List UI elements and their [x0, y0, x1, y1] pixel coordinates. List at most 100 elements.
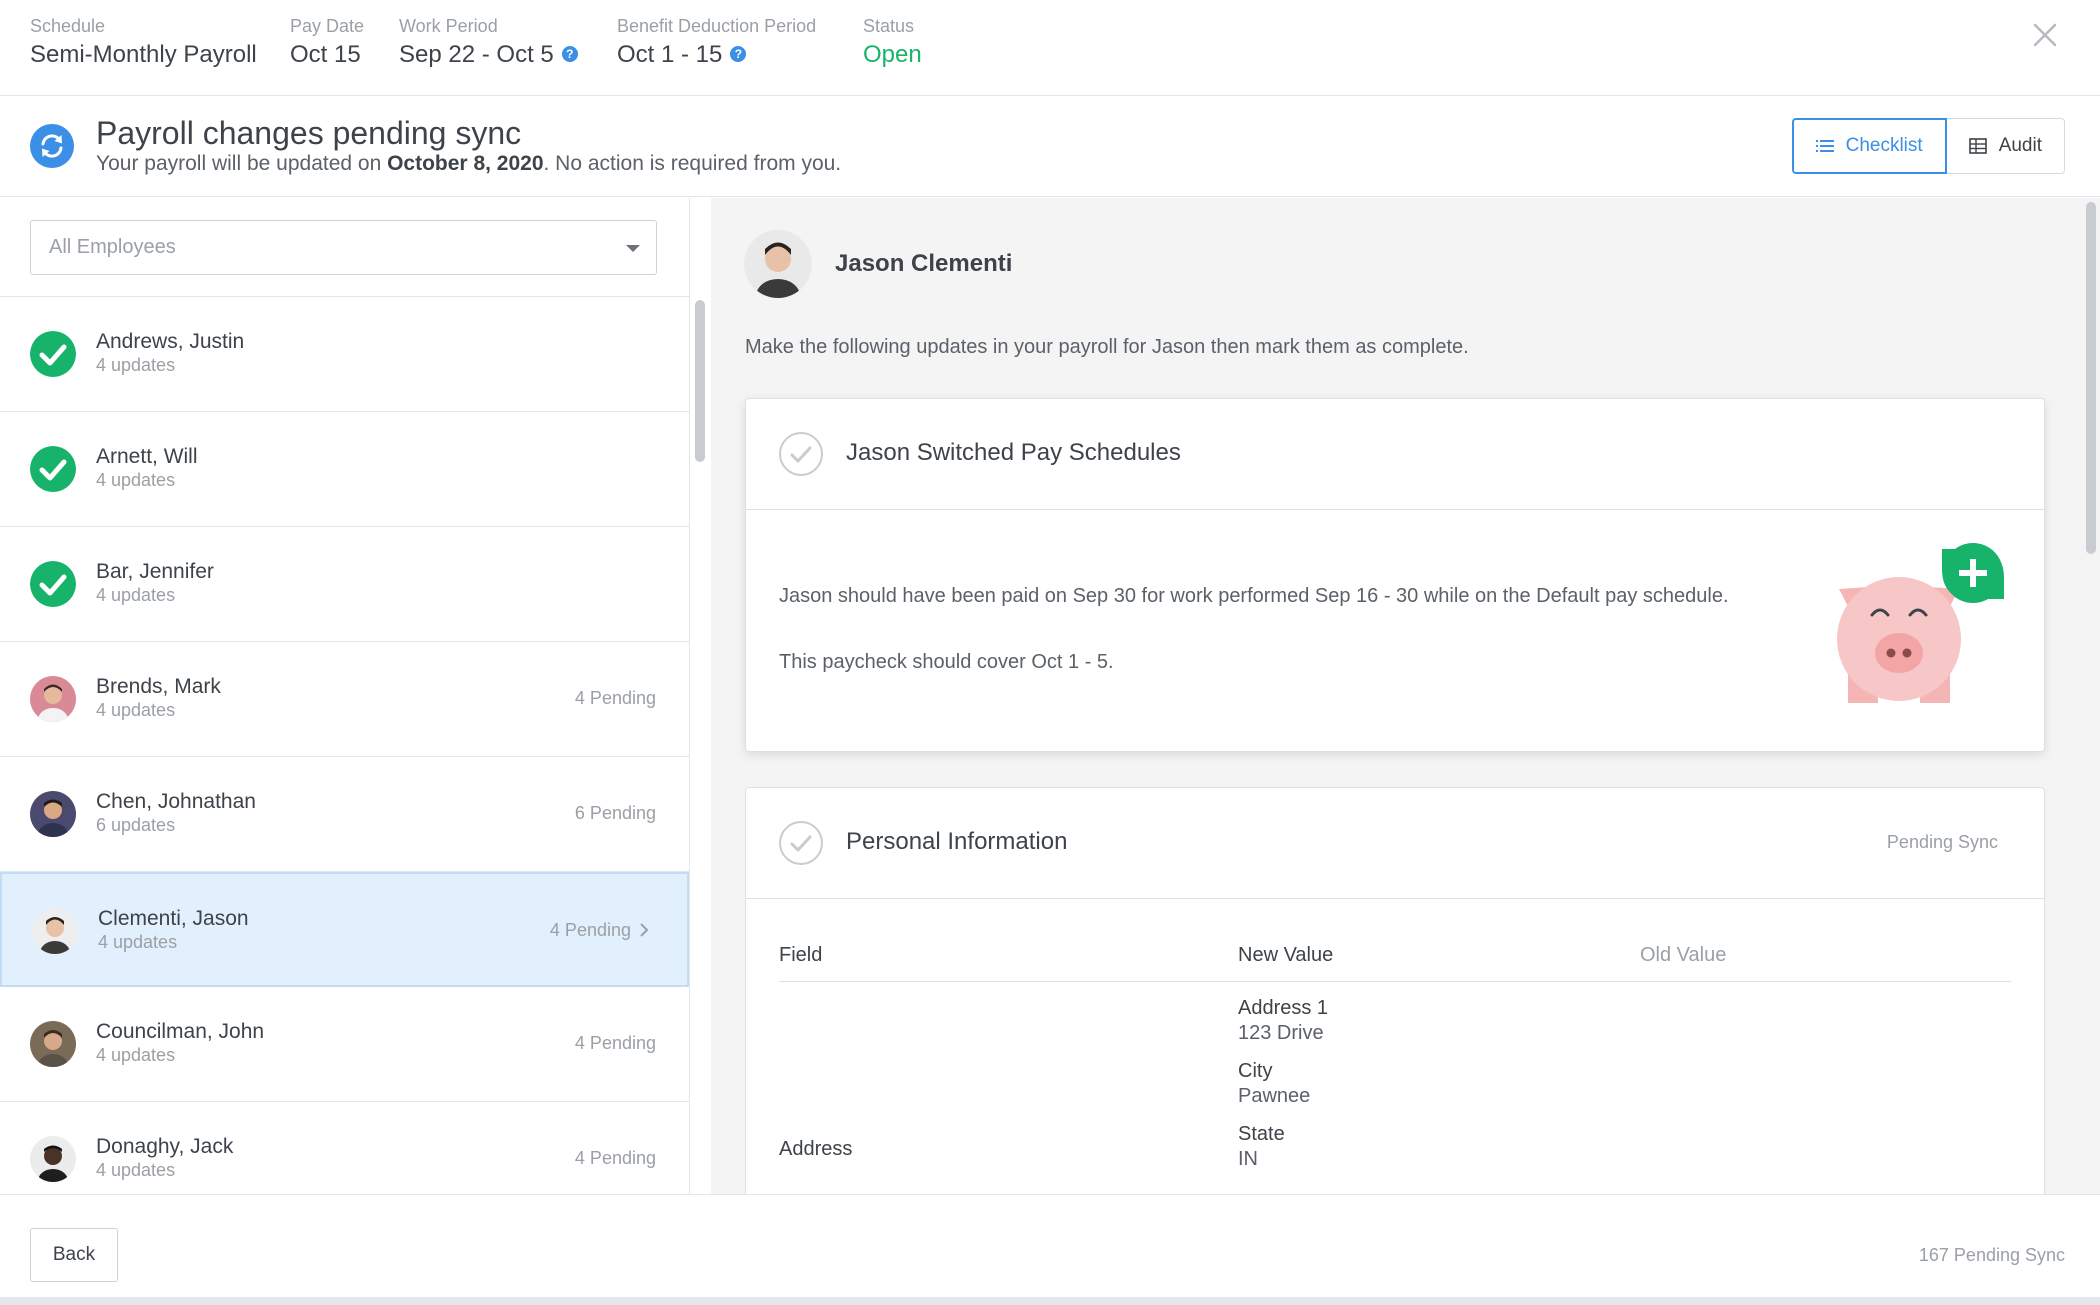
payroll-sync-window: Schedule Semi-Monthly Payroll Pay Date O… [0, 0, 2100, 1305]
pending-sync-badge: Pending Sync [1886, 832, 1998, 852]
avatar [32, 908, 78, 954]
avatar [30, 791, 76, 837]
status-field: Status Open [863, 15, 922, 71]
employee-filter-select[interactable]: All Employees [30, 220, 657, 275]
employee-list-panel: All Employees Andrews, Justin 4 updates … [0, 198, 690, 1194]
employee-updates: 4 updates [96, 585, 176, 605]
avatar [30, 1021, 76, 1067]
audit-label: Audit [1998, 135, 2042, 156]
benefit-period-value-row: Oct 1 - 15? [617, 39, 816, 71]
avatar [30, 676, 76, 722]
employee-list-scrollbar[interactable] [695, 300, 705, 462]
pay-schedule-card: Jason Switched Pay Schedules Jason shoul… [745, 398, 2045, 752]
employee-name: Clementi, Jason [98, 907, 249, 930]
mark-complete-check-icon[interactable] [779, 432, 823, 476]
employee-updates: 6 updates [96, 815, 176, 835]
employee-name: Andrews, Justin [96, 330, 245, 353]
mark-complete-check-icon[interactable] [779, 821, 823, 865]
detail-scrollbar[interactable] [2086, 202, 2096, 554]
card-header: Personal Information Pending Sync [746, 788, 2044, 899]
employee-name: Donaghy, Jack [96, 1135, 234, 1158]
employee-row-selected[interactable]: Clementi, Jason 4 updates 4 Pending [0, 872, 689, 987]
work-period-value-row: Sep 22 - Oct 5? [399, 39, 578, 71]
employee-name: Bar, Jennifer [96, 560, 214, 583]
status-label: Status [863, 16, 915, 36]
entry-value: 123 Drive [1238, 1022, 1324, 1044]
window-bottom-edge [0, 1297, 2100, 1305]
banner-subtitle: Your payroll will be updated on October … [96, 151, 841, 177]
address-entry: City Pawnee [1238, 1059, 1310, 1109]
card-body-text: Jason should have been paid on Sep 30 fo… [779, 585, 1729, 607]
audit-button[interactable]: Audit [1946, 118, 2065, 174]
employee-row[interactable]: Councilman, John 4 updates 4 Pending [0, 987, 689, 1102]
employee-updates: 4 updates [96, 355, 176, 375]
employee-updates: 4 updates [96, 700, 176, 720]
entry-key: State [1238, 1123, 1285, 1145]
chevron-right-icon [640, 923, 649, 937]
entry-key: Address 1 [1238, 997, 1329, 1019]
personal-info-card: Personal Information Pending Sync Field … [745, 787, 2045, 1194]
pending-count: 4 Pending [574, 1033, 656, 1053]
entry-value: IN [1238, 1148, 1258, 1170]
close-icon[interactable] [2030, 20, 2060, 50]
address-entry: Address 1 123 Drive [1238, 996, 1328, 1046]
pending-count: 4 Pending [574, 688, 656, 708]
table-icon [1968, 138, 1987, 154]
list-icon [1815, 140, 1834, 152]
payroll-header: Schedule Semi-Monthly Payroll Pay Date O… [0, 0, 2100, 96]
employee-name: Arnett, Will [96, 445, 198, 468]
banner-sync-date: October 8, 2020 [387, 152, 544, 175]
card-header: Jason Switched Pay Schedules [746, 399, 2044, 510]
piggy-bank-icon [1837, 543, 2004, 703]
employee-detail-name: Jason Clementi [835, 250, 1013, 277]
card-title: Jason Switched Pay Schedules [846, 439, 1181, 466]
employee-row[interactable]: Chen, Johnathan 6 updates 6 Pending [0, 757, 689, 872]
employee-updates: 4 updates [96, 1160, 176, 1180]
entry-key: City [1238, 1060, 1273, 1082]
checklist-label: Checklist [1845, 135, 1923, 156]
benefit-period-field: Benefit Deduction Period Oct 1 - 15? [617, 15, 816, 71]
avatar [30, 1136, 76, 1182]
banner-title: Payroll changes pending sync [96, 115, 522, 151]
column-header-old-value: Old Value [1640, 944, 1727, 966]
sync-banner: Payroll changes pending sync Your payrol… [0, 97, 2100, 197]
employee-updates: 4 updates [96, 1045, 176, 1065]
employee-updates: 4 updates [98, 932, 178, 952]
complete-check-icon [30, 561, 76, 607]
employee-row[interactable]: Bar, Jennifer 4 updates [0, 527, 689, 642]
schedule-field: Schedule Semi-Monthly Payroll [30, 15, 257, 71]
pay-date-label: Pay Date [290, 16, 365, 36]
employee-row[interactable]: Brends, Mark 4 updates 4 Pending [0, 642, 689, 757]
employee-row[interactable]: Donaghy, Jack 4 updates 4 Pending [0, 1102, 689, 1194]
employee-row[interactable]: Arnett, Will 4 updates [0, 412, 689, 527]
caret-down-icon [626, 245, 640, 252]
checklist-button[interactable]: Checklist [1791, 118, 1947, 174]
pending-count: 6 Pending [574, 803, 656, 823]
card-title: Personal Information [846, 828, 1068, 855]
field-address-label: Address [779, 1138, 853, 1160]
employee-name: Brends, Mark [96, 675, 221, 698]
pending-count: 4 Pending [549, 920, 631, 940]
employee-row[interactable]: Andrews, Justin 4 updates [0, 297, 689, 412]
benefit-period-label: Benefit Deduction Period [617, 16, 817, 36]
banner-sub-prefix: Your payroll will be updated on [96, 152, 388, 175]
banner-sub-suffix: . No action is required from you. [543, 152, 842, 175]
work-period-value: Sep 22 - Oct 5 [399, 41, 554, 68]
column-header-field: Field [779, 944, 823, 966]
avatar [744, 230, 812, 298]
employee-filter-value: All Employees [49, 236, 176, 258]
employee-name: Councilman, John [96, 1020, 265, 1043]
column-header-new-value: New Value [1238, 944, 1334, 966]
view-toggle: Checklist Audit [1791, 118, 2065, 174]
detail-instructions: Make the following updates in your payro… [745, 336, 1469, 358]
work-period-label: Work Period [399, 16, 498, 36]
pay-date-field: Pay Date Oct 15 [290, 15, 364, 71]
complete-check-icon [30, 446, 76, 492]
status-value: Open [863, 41, 922, 68]
work-period-field: Work Period Sep 22 - Oct 5? [399, 15, 578, 71]
benefit-period-help-icon[interactable]: ? [730, 46, 747, 62]
work-period-help-icon[interactable]: ? [561, 46, 578, 62]
schedule-label: Schedule [30, 16, 106, 36]
filter-bar: All Employees [0, 198, 689, 297]
back-button[interactable]: Back [30, 1228, 118, 1282]
